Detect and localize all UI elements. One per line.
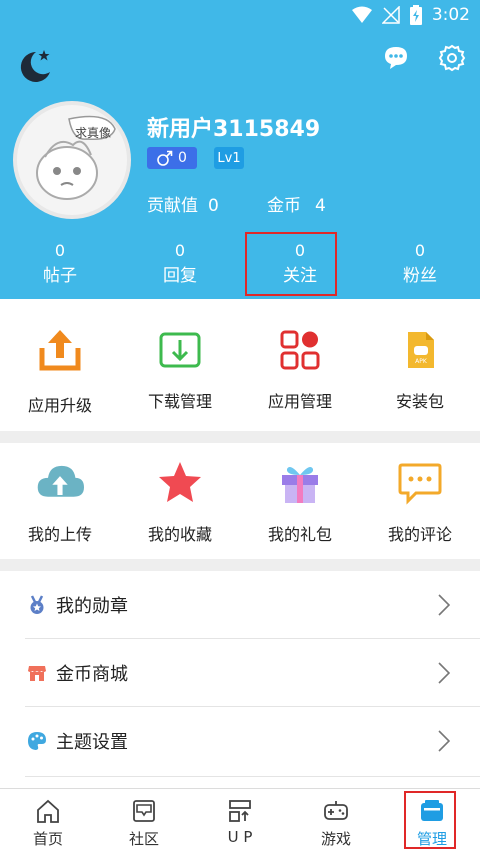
count-label: 关注 [283,266,317,286]
nav-community[interactable]: 社区 [96,789,192,853]
shop-icon [28,666,46,681]
my-gifts-item[interactable]: 我的礼包 [240,459,360,559]
bottom-navigation: 首页 社区 U P 游戏 管理 [0,788,480,853]
section-divider [0,559,480,571]
avatar-caption: 求真像 [75,126,112,140]
list-item-theme-settings[interactable]: 主题设置 [0,707,480,775]
list-item-label: 主题设置 [56,732,128,753]
my-favorites-item[interactable]: 我的收藏 [120,459,240,559]
gender-badge: 0 [147,147,197,169]
nav-manage[interactable]: 管理 [384,789,480,853]
username: 新用户3115849 [147,117,321,142]
grid-label: 应用升级 [27,396,92,415]
nav-up[interactable]: U P [192,789,288,853]
male-icon [157,150,173,166]
battery-icon [409,5,422,25]
list-item-coin-shop[interactable]: 金币商城 [0,639,480,707]
message-icon[interactable] [382,44,410,72]
grid-label: 我的评论 [387,525,452,544]
contribution-stat: 贡献值 0 [147,191,219,216]
gamepad-icon [324,801,348,820]
nav-label: U P [227,828,253,846]
nav-home[interactable]: 首页 [0,789,96,853]
coins-value: 4 [315,196,326,216]
palette-icon [28,732,46,750]
grid-label: 下载管理 [147,392,212,411]
count-label: 回复 [163,266,197,286]
default-avatar-icon [36,115,116,200]
count-posts[interactable]: 0 帖子 [0,236,120,296]
chevron-right-icon [438,594,450,616]
app-grid-icon [280,330,320,370]
status-time: 3:02 [431,5,470,25]
grid-label: 应用管理 [267,392,332,411]
nav-label: 游戏 [320,830,351,848]
grid-label: 安装包 [395,392,444,411]
list-item-label: 金币商城 [56,664,128,685]
avatar[interactable]: 求真像 [13,101,131,219]
profile-counts: 0 帖子 0 回复 0 关注 0 粉丝 [0,236,480,296]
cloud-upload-icon [37,465,84,497]
settings-gear-icon[interactable] [438,44,466,72]
comment-icon [398,463,442,505]
grid-label: 我的收藏 [147,525,212,544]
count-value: 0 [294,241,306,260]
medal-icon [30,595,44,614]
chevron-right-icon [438,730,450,752]
my-uploads-item[interactable]: 我的上传 [0,459,120,559]
night-mode-icon[interactable] [14,46,54,86]
chevron-right-icon [438,662,450,684]
no-signal-icon [381,6,400,24]
app-manager-item[interactable]: 应用管理 [240,326,360,430]
section-divider [0,431,480,443]
list-item-label: 我的勋章 [56,596,128,617]
up-icon [229,800,251,822]
star-icon [159,462,201,502]
community-icon [133,800,155,822]
count-value: 0 [174,241,186,260]
gift-icon [282,467,318,503]
app-upgrade-item[interactable]: 应用升级 [0,326,120,430]
contribution-value: 0 [208,196,219,216]
profile-header: 3:02 求真像 新用户3115849 0 Lv1 贡献值 0 金币 4 0 帖… [0,0,480,299]
install-package-item[interactable]: APK 安装包 [360,326,480,430]
count-fans[interactable]: 0 粉丝 [360,236,480,296]
my-content-grid: 我的上传 我的收藏 我的礼包 我的评论 [0,459,480,559]
svg-text:APK: APK [415,358,428,365]
status-bar: 3:02 [0,0,480,32]
count-value: 0 [414,241,426,260]
download-tray-icon [159,332,201,368]
home-icon [37,799,59,823]
contribution-label: 贡献值 [147,196,198,216]
upload-tray-icon [39,330,81,371]
count-label: 粉丝 [403,266,437,286]
count-replies[interactable]: 0 回复 [120,236,240,296]
count-label: 帖子 [43,266,77,286]
nav-label: 管理 [416,830,447,848]
nav-games[interactable]: 游戏 [288,789,384,853]
gender-count: 0 [178,150,187,166]
coins-stat: 金币 4 [267,191,326,216]
manage-icon [421,800,443,821]
coins-label: 金币 [267,196,301,216]
list-item-medals[interactable]: 我的勋章 [0,571,480,639]
nav-label: 首页 [32,830,63,848]
count-value: 0 [54,241,66,260]
wifi-icon [351,6,372,23]
grid-label: 我的上传 [27,525,92,544]
nav-label: 社区 [128,830,159,848]
row-divider [25,776,480,777]
level-badge: Lv1 [214,147,244,169]
app-tools-grid: 应用升级 下载管理 应用管理 APK 安装包 [0,326,480,430]
download-manager-item[interactable]: 下载管理 [120,326,240,430]
count-following[interactable]: 0 关注 [240,236,360,296]
my-comments-item[interactable]: 我的评论 [360,459,480,559]
grid-label: 我的礼包 [267,525,332,544]
apk-file-icon: APK [408,332,434,368]
